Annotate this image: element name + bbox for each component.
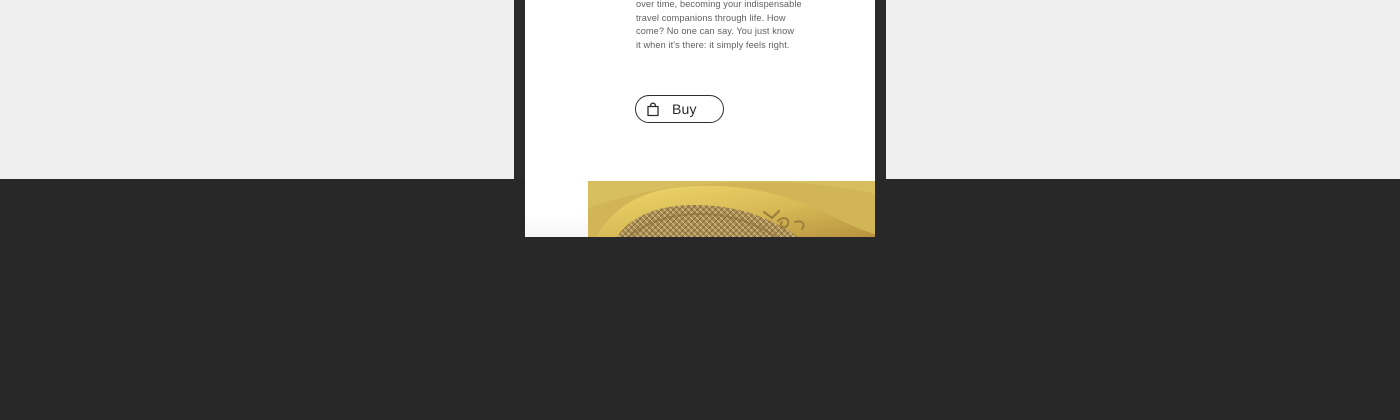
description-line: travel companions through life. How [636, 12, 786, 23]
product-image-shoe [588, 181, 875, 237]
buy-button[interactable]: Buy [635, 95, 724, 123]
description-line: over time, becoming your indispensable [636, 0, 802, 9]
product-description: over time, becoming your indispensable t… [636, 0, 826, 52]
screen-bottom-fade [525, 215, 588, 237]
mobile-product-screen[interactable]: over time, becoming your indispensable t… [525, 0, 875, 237]
shopping-bag-icon [646, 102, 660, 117]
mockup-scene: over time, becoming your indispensable t… [0, 0, 1400, 420]
buy-button-label: Buy [672, 101, 697, 117]
description-line: it when it's there: it simply feels righ… [636, 39, 790, 50]
description-line: come? No one can say. You just know [636, 26, 795, 36]
